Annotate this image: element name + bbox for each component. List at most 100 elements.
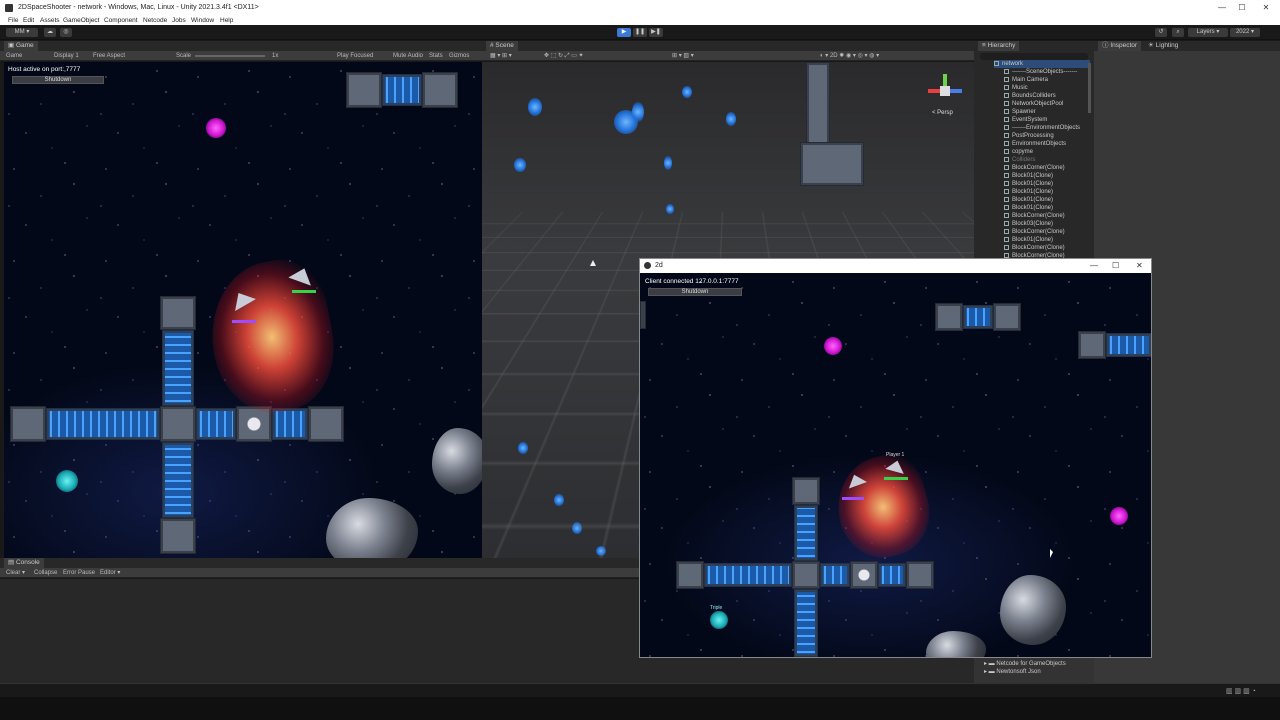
tab-console[interactable]: ▤ Console xyxy=(4,558,44,568)
mute-audio-toggle[interactable]: Mute Audio xyxy=(393,51,423,61)
play-focused-dropdown[interactable]: Play Focused xyxy=(337,51,373,61)
hierarchy-item[interactable]: -------SceneObjects------- xyxy=(1004,68,1077,76)
scene-tab-bar: # Scene xyxy=(482,41,974,51)
search-icon[interactable]: ⌕ xyxy=(1172,28,1184,37)
gameobject-icon xyxy=(1004,92,1009,98)
hierarchy-item[interactable]: Spawner xyxy=(1004,108,1036,116)
menu-component[interactable]: Component xyxy=(104,16,138,25)
client-shutdown-button[interactable]: Shutdown xyxy=(648,288,742,296)
wall-block-corner xyxy=(160,518,196,554)
minimize-button[interactable]: — xyxy=(1212,0,1232,16)
hierarchy-item[interactable]: Block01(Clone) xyxy=(1004,188,1053,196)
gizmos-toggle[interactable]: Gizmos xyxy=(449,51,469,61)
hierarchy-item-label: EventSystem xyxy=(1012,117,1048,123)
hierarchy-item[interactable]: -------EnvironmentObjects xyxy=(1004,124,1080,132)
menu-window[interactable]: Window xyxy=(191,16,214,25)
menu-edit[interactable]: Edit xyxy=(23,16,34,25)
hierarchy-item[interactable]: EventSystem xyxy=(1004,116,1047,124)
client-close-button[interactable]: ✕ xyxy=(1136,259,1143,273)
stats-toggle[interactable]: Stats xyxy=(429,51,443,61)
menu-gameobject[interactable]: GameObject xyxy=(63,16,100,25)
history-icon[interactable]: ↺ xyxy=(1155,28,1167,37)
move-tool-icon[interactable]: ✥ ⬚ ↻ ⤢ ▭ ✦ xyxy=(544,51,584,61)
hierarchy-item[interactable]: BlockCorner(Clone) xyxy=(1004,212,1065,220)
hierarchy-item-label: Block01(Clone) xyxy=(1012,173,1054,179)
client-title: 2d xyxy=(655,262,663,269)
menu-netcode[interactable]: Netcode xyxy=(143,16,167,25)
transform-tools[interactable]: ▦ ▾ ⊞ ▾ xyxy=(490,51,512,61)
tab-lighting[interactable]: ☀ Lighting xyxy=(1144,41,1182,51)
2d-toggle[interactable]: ◐ ▾ 2D ✹ ◉ ▾ ◎ ▾ ◍ ▾ xyxy=(820,51,879,61)
pause-button[interactable]: ❚❚ xyxy=(633,28,647,37)
client-game-viewport[interactable]: Client connected 127.0.0.1:7777 Shutdown… xyxy=(640,273,1151,657)
status-icons[interactable]: ▥ ▥ ▥ ◔ xyxy=(1226,687,1256,695)
tab-game[interactable]: ▣ Game xyxy=(4,41,38,51)
hierarchy-item[interactable]: Block01(Clone) xyxy=(1004,196,1053,204)
project-folder[interactable]: ▸ ▬ Netcode for GameObjects xyxy=(984,660,1066,667)
menu-jobs[interactable]: Jobs xyxy=(172,16,186,25)
console-collapse-toggle[interactable]: Collapse xyxy=(34,568,57,578)
aspect-dropdown[interactable]: Free Aspect xyxy=(93,51,125,61)
cloud-icon[interactable]: ☁ xyxy=(44,28,56,37)
menu-help[interactable]: Help xyxy=(220,16,233,25)
wall-block-blue xyxy=(963,305,993,329)
hierarchy-item[interactable]: BoundsColliders xyxy=(1004,92,1056,100)
tab-hierarchy[interactable]: ≡ Hierarchy xyxy=(978,41,1020,51)
hierarchy-item[interactable]: Music xyxy=(1004,84,1028,92)
wall-block-blue xyxy=(196,408,236,440)
persp-label[interactable]: < Persp xyxy=(932,110,953,116)
hierarchy-item[interactable]: copyme xyxy=(1004,148,1033,156)
game-mode-dropdown[interactable]: Game xyxy=(6,51,22,61)
project-folder[interactable]: ▸ ▬ Newtonsoft Json xyxy=(984,668,1041,675)
hierarchy-item[interactable]: Block01(Clone) xyxy=(1004,172,1053,180)
close-button[interactable]: ✕ xyxy=(1256,0,1276,16)
tab-scene[interactable]: # Scene xyxy=(486,41,518,51)
hierarchy-search-input[interactable] xyxy=(980,53,1088,60)
console-clear-button[interactable]: Clear ▾ xyxy=(6,568,25,578)
scale-slider[interactable] xyxy=(195,55,265,57)
step-button[interactable]: ▶❚ xyxy=(649,28,663,37)
console-error-pause-toggle[interactable]: Error Pause xyxy=(63,568,95,578)
client-maximize-button[interactable]: ☐ xyxy=(1112,259,1119,273)
hierarchy-item-label: Colliders xyxy=(1012,157,1036,163)
host-shutdown-button[interactable]: Shutdown xyxy=(12,76,104,84)
hierarchy-item[interactable]: Block03(Clone) xyxy=(1004,220,1053,228)
magenta-orb xyxy=(824,337,842,355)
gameobject-icon xyxy=(1004,132,1009,138)
blue-particle xyxy=(528,98,542,116)
hierarchy-item[interactable]: EnvironmentObjects xyxy=(1004,140,1066,148)
hierarchy-item[interactable]: Block01(Clone) xyxy=(1004,180,1053,188)
hierarchy-item[interactable]: BlockCorner(Clone) xyxy=(1004,228,1065,236)
hierarchy-item[interactable]: Block01(Clone) xyxy=(1004,236,1053,244)
hierarchy-item[interactable]: Colliders xyxy=(1004,156,1035,164)
pivot-tools[interactable]: ⊞ ▾ ▥ ▾ xyxy=(672,51,694,61)
hierarchy-scrollbar[interactable] xyxy=(1088,63,1091,113)
hierarchy-item[interactable]: PostProcessing xyxy=(1004,132,1054,140)
account-dropdown[interactable]: MM ▾ xyxy=(6,28,38,37)
orientation-gizmo[interactable] xyxy=(928,74,962,108)
play-button[interactable]: ▶ xyxy=(617,28,631,37)
menu-assets[interactable]: Assets xyxy=(40,16,60,25)
hierarchy-item[interactable]: BlockCorner(Clone) xyxy=(1004,164,1065,172)
maximize-button[interactable]: ☐ xyxy=(1232,0,1252,16)
layers-dropdown[interactable]: Layers ▾ xyxy=(1188,28,1228,37)
scene-icon xyxy=(994,60,999,66)
gameobject-icon xyxy=(1004,140,1009,146)
display-dropdown[interactable]: Display 1 xyxy=(54,51,79,61)
host-game-viewport[interactable]: Host active on port: 7777 Shutdown xyxy=(4,62,482,558)
scene-view-toolbar: ▦ ▾ ⊞ ▾ ✥ ⬚ ↻ ⤢ ▭ ✦ ⊞ ▾ ▥ ▾ ◐ ▾ 2D ✹ ◉ ▾… xyxy=(482,51,974,61)
layout-dropdown[interactable]: 2022 ▾ xyxy=(1230,28,1260,37)
hierarchy-item[interactable]: BlockCorner(Clone) xyxy=(1004,244,1065,252)
console-editor-dropdown[interactable]: Editor ▾ xyxy=(100,568,120,578)
gameobject-icon xyxy=(1004,180,1009,186)
layers-label: Layers xyxy=(1196,29,1215,35)
tab-inspector[interactable]: ⓘ Inspector xyxy=(1098,41,1142,51)
hierarchy-root[interactable]: network xyxy=(994,60,1090,68)
hierarchy-item[interactable]: Block01(Clone) xyxy=(1004,204,1053,212)
hierarchy-item[interactable]: Main Camera xyxy=(1004,76,1048,84)
gizmo-x-axis xyxy=(928,89,940,93)
menu-file[interactable]: File xyxy=(8,16,18,25)
client-minimize-button[interactable]: — xyxy=(1090,259,1098,273)
hierarchy-item[interactable]: NetworkObjectPool xyxy=(1004,100,1063,108)
collab-icon[interactable]: ◎ xyxy=(60,28,72,37)
